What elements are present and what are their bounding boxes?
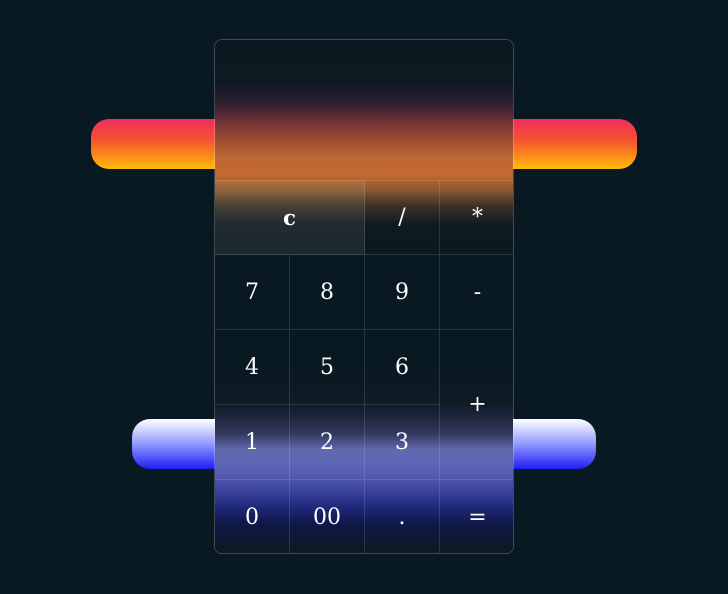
calculator-display [215, 40, 513, 180]
decimal-button[interactable]: . [365, 480, 440, 553]
digit-6-button[interactable]: 6 [365, 330, 440, 405]
equals-button[interactable]: = [440, 480, 513, 553]
divide-button[interactable]: / [365, 180, 440, 255]
keypad: c / * 7 8 9 - 4 5 6 + 1 2 3 0 00 . = [215, 180, 513, 553]
app-background: c / * 7 8 9 - 4 5 6 + 1 2 3 0 00 . = [0, 0, 728, 594]
digit-3-button[interactable]: 3 [365, 405, 440, 480]
calculator-panel: c / * 7 8 9 - 4 5 6 + 1 2 3 0 00 . = [214, 39, 514, 554]
digit-1-button[interactable]: 1 [215, 405, 290, 480]
digit-7-button[interactable]: 7 [215, 255, 290, 330]
digit-9-button[interactable]: 9 [365, 255, 440, 330]
digit-0-button[interactable]: 0 [215, 480, 290, 553]
double-zero-button[interactable]: 00 [290, 480, 365, 553]
digit-5-button[interactable]: 5 [290, 330, 365, 405]
multiply-button[interactable]: * [440, 180, 513, 255]
minus-button[interactable]: - [440, 255, 513, 330]
clear-button[interactable]: c [215, 180, 365, 255]
digit-2-button[interactable]: 2 [290, 405, 365, 480]
plus-button[interactable]: + [440, 330, 513, 480]
digit-8-button[interactable]: 8 [290, 255, 365, 330]
digit-4-button[interactable]: 4 [215, 330, 290, 405]
